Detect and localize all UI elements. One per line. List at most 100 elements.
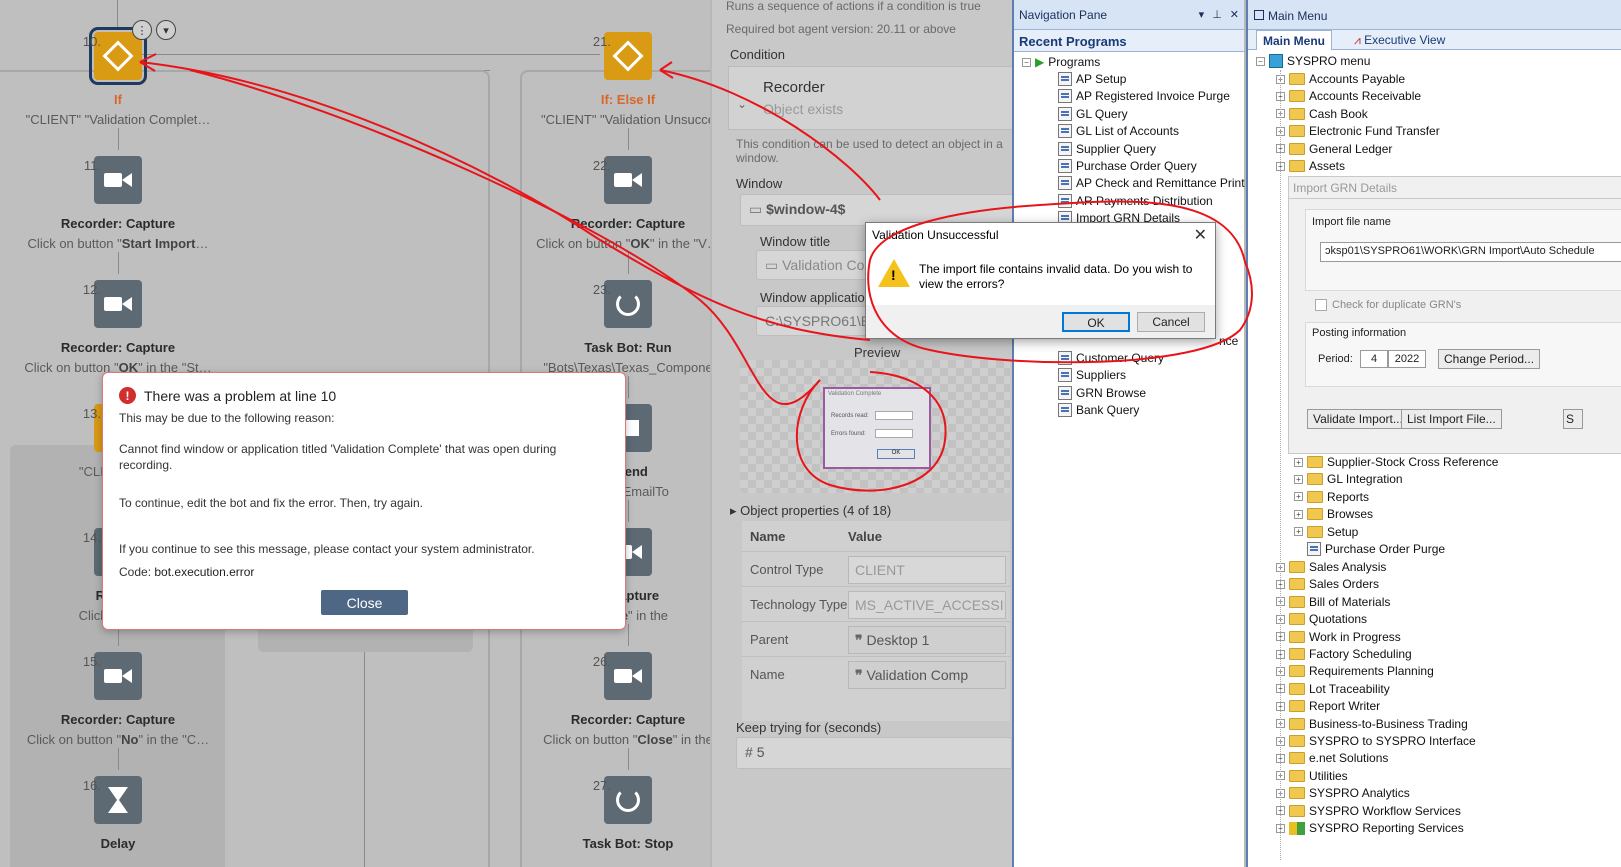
menu-item[interactable]: + General Ledger	[1276, 142, 1392, 156]
menu-sub-item[interactable]: + GL Integration	[1294, 472, 1403, 486]
menu-item[interactable]: + SYSPRO Workflow Services	[1276, 804, 1461, 818]
flow-step[interactable]: 11. Recorder: Capture Click on button "Sta…	[3, 156, 233, 251]
menu-item[interactable]: + Business-to-Business Trading	[1276, 717, 1468, 731]
menu-sub-item[interactable]: Purchase Order Purge	[1294, 542, 1445, 556]
menu-sub-item[interactable]: + Supplier-Stock Cross Reference	[1294, 455, 1498, 469]
menu-item[interactable]: + e.net Solutions	[1276, 751, 1388, 765]
nav-program-item[interactable]: Supplier Query	[1058, 141, 1156, 156]
menu-item[interactable]: + SYSPRO Reporting Services	[1276, 821, 1464, 835]
condition-card[interactable]: ⌄ Recorder Object exists	[728, 66, 1012, 130]
menu-item-label: Reports	[1327, 489, 1370, 504]
dialog-close-icon[interactable]: ✕	[1194, 225, 1207, 245]
menu-item[interactable]: + Electronic Fund Transfer	[1276, 124, 1440, 138]
duplicate-grn-checkbox[interactable]: Check for duplicate GRN's	[1315, 299, 1461, 311]
step-tile[interactable]	[94, 280, 142, 328]
tab-executive-view[interactable]: ⩘ Executive View	[1348, 30, 1451, 50]
menu-item[interactable]: + Sales Analysis	[1276, 560, 1386, 574]
property-value[interactable]: MS_ACTIVE_ACCESSII	[848, 591, 1006, 619]
main-menu-title: Main Menu	[1268, 9, 1328, 23]
step-tile[interactable]	[604, 32, 652, 80]
menu-item[interactable]: + Quotations	[1276, 612, 1367, 626]
step-tile[interactable]	[604, 776, 652, 824]
nav-dropdown-icon[interactable]: ▾	[1199, 8, 1205, 21]
flow-step[interactable]: 10. If "CLIENT" "Validation Complet…	[3, 27, 233, 127]
step-tile[interactable]	[94, 776, 142, 824]
step-tile[interactable]	[604, 156, 652, 204]
close-button[interactable]: Close	[321, 590, 408, 615]
nav-program-item[interactable]: AP Setup	[1058, 72, 1126, 86]
collapse-icon[interactable]: −	[1022, 57, 1031, 67]
menu-item[interactable]: + Cash Book	[1276, 107, 1368, 121]
expand-icon[interactable]: +	[1294, 457, 1303, 467]
pin-icon[interactable]: ⊥	[1212, 8, 1222, 21]
menu-item[interactable]: + Utilities	[1276, 769, 1348, 783]
step-tile[interactable]	[604, 280, 652, 328]
menu-item[interactable]: + SYSPRO to SYSPRO Interface	[1276, 734, 1476, 748]
validate-import-button[interactable]: Validate Import...	[1307, 409, 1409, 429]
more-options-icon[interactable]: ⋮	[132, 20, 152, 40]
expand-icon[interactable]: +	[1294, 527, 1303, 537]
change-period-button[interactable]: Change Period...	[1438, 349, 1541, 369]
nav-program-item[interactable]: AR Payments Distribution	[1058, 193, 1213, 208]
nav-program-item[interactable]: Suppliers	[1058, 368, 1126, 383]
menu-item-label: Accounts Receivable	[1309, 89, 1422, 104]
menu-item[interactable]: + Accounts Receivable	[1276, 89, 1421, 103]
cancel-button[interactable]: Cancel	[1137, 312, 1205, 332]
year-input[interactable]: 2022	[1388, 350, 1426, 368]
menu-item[interactable]: + Bill of Materials	[1276, 595, 1390, 609]
menu-sub-item[interactable]: + Setup	[1294, 525, 1358, 539]
menu-sub-item[interactable]: + Browses	[1294, 507, 1373, 521]
more-button[interactable]: S	[1563, 409, 1583, 429]
nav-program-item[interactable]: GL Query	[1058, 106, 1128, 121]
flow-step[interactable]: 23. Task Bot: Run "Bots\Texas\Texas_Compon…	[513, 280, 710, 375]
menu-item[interactable]: + Assets	[1276, 159, 1345, 173]
menu-root[interactable]: − SYSPRO menu	[1256, 54, 1370, 68]
menu-item[interactable]: + Lot Traceability	[1276, 682, 1390, 696]
flow-step[interactable]: 16. Delay	[3, 776, 233, 856]
nav-program-item[interactable]: AP Registered Invoice Purge	[1058, 89, 1230, 104]
tab-main-menu[interactable]: Main Menu	[1256, 30, 1332, 50]
nav-program-item[interactable]: Customer Query	[1058, 351, 1164, 365]
import-file-input[interactable]: ɔksp01\SYSPRO61\WORK\GRN Import\Auto Sch…	[1320, 242, 1621, 262]
error-instruction: To continue, edit the bot and fix the er…	[119, 496, 423, 510]
list-import-file-button[interactable]: List Import File...	[1401, 409, 1502, 429]
flow-step[interactable]: 21. If: Else If "CLIENT" "Validation Unsuc…	[513, 32, 710, 127]
menu-sub-item[interactable]: + Reports	[1294, 490, 1369, 504]
collapse-chevron-icon[interactable]: ⌄	[737, 97, 747, 111]
menu-item[interactable]: + Accounts Payable	[1276, 72, 1405, 86]
property-value[interactable]: CLIENT	[848, 556, 1006, 584]
nav-program-item[interactable]: Bank Query	[1058, 403, 1139, 418]
keep-trying-field[interactable]: # 5	[736, 737, 1012, 769]
menu-item[interactable]: + SYSPRO Analytics	[1276, 786, 1410, 800]
ok-button[interactable]: OK	[1062, 312, 1130, 332]
nav-program-item[interactable]: AP Check and Remittance Print	[1058, 176, 1245, 191]
flow-step[interactable]: 22. Recorder: Capture Click on button "OK"…	[513, 156, 710, 251]
dropdown-icon[interactable]: ▾	[156, 20, 176, 40]
property-value[interactable]: ❞ Validation Comp	[848, 661, 1006, 689]
expand-icon[interactable]: +	[1294, 492, 1303, 502]
menu-item[interactable]: + Sales Orders	[1276, 577, 1379, 591]
object-properties-header[interactable]: ▸ Object properties (4 of 18)	[730, 503, 891, 519]
property-value-text: MS_ACTIVE_ACCESSII	[855, 597, 1006, 613]
nav-close-icon[interactable]: ✕	[1230, 8, 1239, 21]
menu-item[interactable]: + Factory Scheduling	[1276, 647, 1412, 661]
expand-icon[interactable]: +	[1294, 474, 1303, 484]
step-tile[interactable]	[604, 652, 652, 700]
flow-step[interactable]: 26. Recorder: Capture Click on button "Clo…	[513, 652, 710, 747]
menu-item[interactable]: + Report Writer	[1276, 699, 1380, 713]
flow-step[interactable]: 12. Recorder: Capture Click on button "OK"…	[3, 280, 233, 375]
nav-programs[interactable]: − ▶ Programs	[1022, 55, 1100, 69]
menu-item[interactable]: + Requirements Planning	[1276, 664, 1434, 678]
nav-program-item[interactable]: GRN Browse	[1058, 385, 1146, 400]
collapse-icon[interactable]: −	[1256, 56, 1265, 66]
step-tile[interactable]	[94, 652, 142, 700]
nav-program-item[interactable]: Purchase Order Query	[1058, 159, 1197, 173]
period-input[interactable]: 4	[1360, 350, 1388, 368]
expand-icon[interactable]: +	[1294, 509, 1303, 519]
step-tile[interactable]	[94, 156, 142, 204]
flow-step[interactable]: 15. Recorder: Capture Click on button "No"…	[3, 652, 233, 747]
nav-program-item[interactable]: GL List of Accounts	[1058, 124, 1179, 139]
menu-item[interactable]: + Work in Progress	[1276, 630, 1401, 644]
flow-step[interactable]: 27. Task Bot: Stop	[513, 776, 710, 856]
property-value[interactable]: ❞ Desktop 1	[848, 626, 1006, 654]
